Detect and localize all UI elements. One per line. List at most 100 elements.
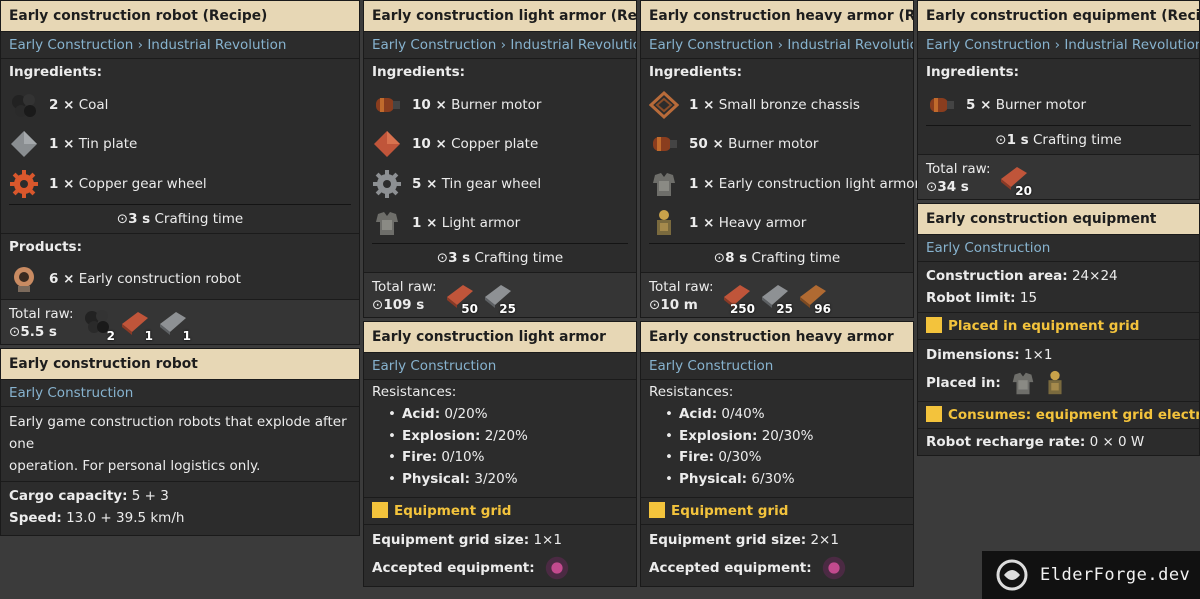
crafting-time: ⊙8 s Crafting time xyxy=(713,250,841,266)
construction-equipment-icon[interactable] xyxy=(820,554,848,582)
ingredient-row[interactable]: 1 × Small bronze chassis xyxy=(641,85,913,125)
raw-item[interactable]: 25 xyxy=(482,279,518,316)
ingredients-label: Ingredients: xyxy=(641,58,913,85)
clock-icon: ⊙ xyxy=(649,297,661,313)
column-light-armor: Early construction light armor (Recipe) … xyxy=(363,0,637,590)
speed: Speed: 13.0 + 39.5 km/h xyxy=(9,510,185,526)
column-heavy-armor: Early construction heavy armor (Recipe) … xyxy=(640,0,920,590)
crafting-time: ⊙1 s Crafting time xyxy=(995,131,1122,148)
placed-in-grid-title: Placed in equipment grid xyxy=(918,311,1199,339)
total-raw-time: 5.5 s xyxy=(20,324,57,340)
breadcrumb-mod[interactable]: Industrial Revolution xyxy=(1064,37,1199,53)
placed-in: Placed in: xyxy=(926,369,1191,397)
item-title: Early construction heavy armor xyxy=(641,322,913,352)
crafting-time: ⊙3 s Crafting time xyxy=(1,205,359,233)
raw-item[interactable]: 20 xyxy=(998,161,1034,198)
ingredients-label: Ingredients: xyxy=(1,58,359,85)
ingredient-row[interactable]: 5 × Tin gear wheel xyxy=(364,164,636,204)
light-armor-icon[interactable] xyxy=(1009,369,1037,397)
clock-icon: ⊙ xyxy=(995,131,1007,148)
item-panel-equipment: Early construction equipment Early Const… xyxy=(917,202,1200,456)
equipment-stats: Construction area: 24×24 Robot limit: 15 xyxy=(918,260,1199,312)
resistance-explosion: Explosion: 20/30% xyxy=(649,426,905,448)
ingredient-row[interactable]: 1 × Early construction light armor xyxy=(641,164,920,204)
ingredient-row[interactable]: 50 × Burner motor xyxy=(641,125,913,165)
breadcrumb: Early Construction › Industrial Revoluti… xyxy=(364,31,636,58)
resistances: Resistances: Acid: 0/40% Explosion: 20/3… xyxy=(641,379,913,497)
raw-count: 2 xyxy=(106,329,115,343)
column-robot: Early construction robot (Recipe) Early … xyxy=(0,0,360,539)
heavy-armor-icon[interactable] xyxy=(1041,369,1069,397)
raw-count: 1 xyxy=(182,329,191,343)
breadcrumb-mod[interactable]: Industrial Revolution xyxy=(787,37,913,53)
clock-icon: ⊙ xyxy=(372,297,384,313)
ingredient-row[interactable]: 1 × Tin plate xyxy=(1,125,359,165)
ingredient-row[interactable]: 1 × Light armor xyxy=(364,204,636,244)
robot-limit: Robot limit: 15 xyxy=(926,289,1038,306)
ingredient-row[interactable]: 10 × Burner motor xyxy=(364,85,636,125)
breadcrumb-mod[interactable]: Early Construction xyxy=(9,37,133,53)
item-description: Early game construction robots that expl… xyxy=(1,406,359,481)
ingredient-row[interactable]: 5 × Burner motor xyxy=(918,85,1199,125)
item-title: Early construction light armor xyxy=(364,322,636,352)
accepted-equipment: Accepted equipment: xyxy=(649,554,905,582)
breadcrumb-mod[interactable]: Early Construction xyxy=(649,37,773,53)
mod-link[interactable]: Early Construction xyxy=(1,379,359,406)
item-title: Early construction equipment xyxy=(918,203,1199,234)
breadcrumb-mod[interactable]: Industrial Revolution xyxy=(147,37,286,53)
product-row[interactable]: 6 × Early construction robot xyxy=(1,260,359,300)
raw-item[interactable]: 1 xyxy=(157,306,193,343)
total-raw: Total raw: ⊙109 s 50 25 xyxy=(364,272,636,317)
heavy-armor-icon xyxy=(657,210,671,236)
ingredient-row[interactable]: 1 × Copper gear wheel xyxy=(1,164,359,204)
item-panel-robot: Early construction robot Early Construct… xyxy=(0,348,360,536)
grid-size: Equipment grid size: 2×1 xyxy=(649,531,839,548)
column-equipment: Early construction equipment (Recipe) Ea… xyxy=(917,0,1200,459)
electricity-icon xyxy=(926,405,942,422)
ingredient-row[interactable]: 1 × Heavy armor xyxy=(641,204,913,244)
equipment-grid-icon xyxy=(649,501,665,518)
construction-equipment-icon[interactable] xyxy=(543,554,571,582)
recipe-title: Early construction light armor (Recipe) xyxy=(364,1,636,31)
cargo-capacity: Cargo capacity: 5 + 3 xyxy=(9,488,169,504)
recipe-title: Early construction heavy armor (Recipe) xyxy=(641,1,913,31)
equipment-grid-info: Equipment grid size: 2×1 Accepted equipm… xyxy=(641,523,913,586)
raw-item[interactable]: 2 xyxy=(81,306,117,343)
breadcrumb-mod[interactable]: Early Construction xyxy=(372,37,496,53)
total-raw: Total raw: ⊙10 m 250 25 96 xyxy=(641,272,913,317)
raw-item[interactable]: 1 xyxy=(119,306,155,343)
raw-item[interactable]: 96 xyxy=(797,279,833,316)
raw-item[interactable]: 50 xyxy=(444,279,480,316)
breadcrumb-mod[interactable]: Early Construction xyxy=(926,37,1050,53)
recipe-title: Early construction equipment (Recipe) xyxy=(918,1,1199,31)
ingredient-qty: 1 × xyxy=(49,136,75,153)
clock-icon: ⊙ xyxy=(9,324,21,340)
raw-item[interactable]: 250 xyxy=(721,279,757,316)
ingredients-label: Ingredients: xyxy=(364,58,636,85)
resistances: Resistances: Acid: 0/20% Explosion: 2/20… xyxy=(364,379,636,497)
ingredient-name: Tin plate xyxy=(78,136,138,153)
copper-gear-icon xyxy=(10,169,38,198)
burner-motor-icon xyxy=(376,97,400,112)
mod-link[interactable]: Early Construction xyxy=(641,352,913,379)
burner-motor-icon xyxy=(653,137,677,152)
recipe-panel-robot: Early construction robot (Recipe) Early … xyxy=(0,0,360,345)
ingredient-qty: 2 × xyxy=(49,96,75,113)
resistance-physical: Physical: 6/30% xyxy=(649,469,905,491)
equipment-grid-title: Equipment grid xyxy=(364,496,636,524)
total-raw: Total raw: ⊙34 s 20 xyxy=(918,153,1199,199)
breadcrumb-mod[interactable]: Industrial Revolution xyxy=(510,37,636,53)
raw-item[interactable]: 25 xyxy=(759,279,795,316)
resistance-acid: Acid: 0/20% xyxy=(372,404,628,426)
accepted-equipment: Accepted equipment: xyxy=(372,554,628,582)
breadcrumb: Early Construction › Industrial Revoluti… xyxy=(918,31,1199,58)
mod-link[interactable]: Early Construction xyxy=(364,352,636,379)
ingredient-row[interactable]: 2 × Coal xyxy=(1,85,359,125)
ingredient-name: Coal xyxy=(78,96,109,113)
ingredient-row[interactable]: 10 × Copper plate xyxy=(364,125,636,165)
clock-icon: ⊙ xyxy=(436,250,449,266)
clock-icon: ⊙ xyxy=(116,210,129,227)
light-armor-icon xyxy=(376,212,398,236)
mod-link[interactable]: Early Construction xyxy=(918,233,1199,261)
dimensions: Dimensions: 1×1 xyxy=(926,346,1053,363)
